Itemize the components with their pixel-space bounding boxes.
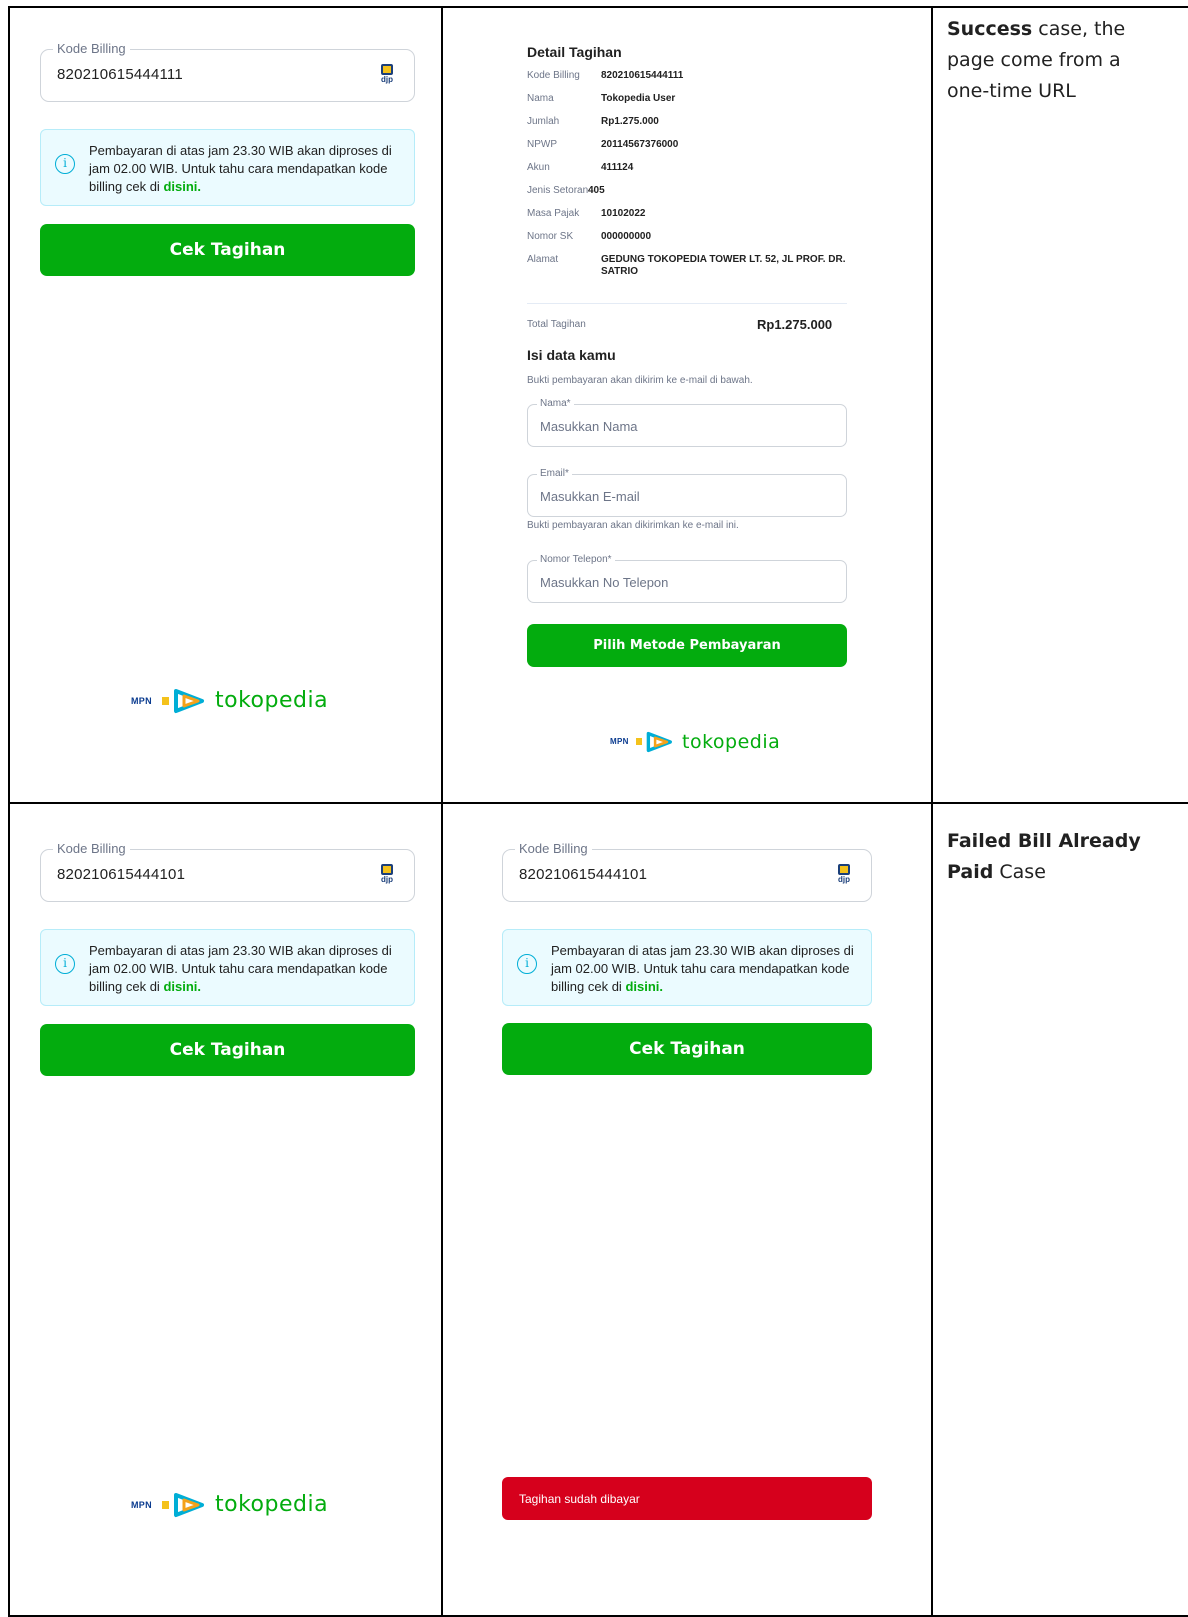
kode-billing-label: Kode Billing: [53, 41, 130, 56]
email-label: Email*: [537, 468, 572, 479]
cek-tagihan-button[interactable]: Cek Tagihan: [40, 224, 415, 276]
detail-divider: [527, 303, 847, 304]
phone-field[interactable]: Nomor Telepon* Masukkan No Telepon: [527, 554, 847, 603]
cell-detail-page: Detail Tagihan Kode Billing 8202106154441…: [443, 8, 931, 802]
kode-billing-field[interactable]: Kode Billing 820210615444111 djp: [40, 41, 415, 102]
disini-link[interactable]: disini.: [625, 979, 663, 994]
kode-billing-input[interactable]: 820210615444101: [519, 866, 647, 883]
info-box: i Pembayaran di atas jam 23.30 WIB akan …: [502, 929, 872, 1006]
form-title: Isi data kamu: [527, 347, 616, 363]
mpn-logo: MPN: [610, 737, 629, 746]
mpn-tokopedia-logo: MPN tokopedia: [131, 1491, 331, 1521]
detail-title: Detail Tagihan: [527, 44, 622, 60]
failed-note: Failed Bill Already Paid Case: [947, 830, 1141, 883]
cell-success-input-page: Kode Billing 820210615444111 djp i Pemba…: [10, 8, 441, 802]
disini-link[interactable]: disini.: [163, 979, 201, 994]
info-text: Pembayaran di atas jam 23.30 WIB akan di…: [89, 143, 392, 194]
kode-billing-label: Kode Billing: [515, 841, 592, 856]
info-icon: i: [55, 154, 75, 174]
toast-text: Tagihan sudah dibayar: [519, 1492, 640, 1506]
tokopedia-logo: tokopedia: [215, 688, 329, 713]
mpn-logo: MPN: [131, 1500, 152, 1510]
info-text: Pembayaran di atas jam 23.30 WIB akan di…: [89, 943, 392, 994]
djp-icon: djp: [378, 864, 396, 886]
mpn-tokopedia-logo: MPN tokopedia: [610, 730, 790, 760]
info-box: i Pembayaran di atas jam 23.30 WIB akan …: [40, 129, 415, 206]
kode-billing-field[interactable]: Kode Billing 820210615444101 djp: [502, 841, 872, 902]
cek-tagihan-button[interactable]: Cek Tagihan: [40, 1024, 415, 1076]
nama-input[interactable]: Masukkan Nama: [540, 419, 638, 434]
kode-billing-label: Kode Billing: [53, 841, 130, 856]
email-input[interactable]: Masukkan E-mail: [540, 489, 640, 504]
pilih-metode-button[interactable]: Pilih Metode Pembayaran: [527, 624, 847, 667]
djp-icon: djp: [835, 864, 853, 886]
cek-tagihan-button[interactable]: Cek Tagihan: [502, 1023, 872, 1075]
email-help-text: Bukti pembayaran akan dikirimkan ke e-ma…: [527, 520, 739, 531]
play-icon: [174, 1493, 204, 1517]
info-text: Pembayaran di atas jam 23.30 WIB akan di…: [551, 943, 854, 994]
info-icon: i: [517, 954, 537, 974]
kode-billing-field[interactable]: Kode Billing 820210615444101 djp: [40, 841, 415, 902]
info-box: i Pembayaran di atas jam 23.30 WIB akan …: [40, 929, 415, 1006]
mpn-tokopedia-logo: MPN tokopedia: [131, 687, 331, 717]
info-icon: i: [55, 954, 75, 974]
email-field[interactable]: Email* Masukkan E-mail: [527, 468, 847, 517]
phone-label: Nomor Telepon*: [537, 554, 615, 565]
phone-input[interactable]: Masukkan No Telepon: [540, 575, 668, 590]
form-subtitle: Bukti pembayaran akan dikirim ke e-mail …: [527, 375, 753, 386]
mpn-logo: MPN: [131, 696, 152, 706]
tokopedia-logo: tokopedia: [215, 1492, 329, 1517]
nama-field[interactable]: Nama* Masukkan Nama: [527, 398, 847, 447]
djp-icon: djp: [378, 64, 396, 86]
cell-failed-result-page: Kode Billing 820210615444101 djp i Pemba…: [443, 804, 931, 1615]
play-icon: [174, 689, 204, 713]
cell-failed-note: Failed Bill Already Paid Case: [933, 804, 1188, 1615]
cell-failed-input-page: Kode Billing 820210615444101 djp i Pemba…: [10, 804, 441, 1615]
play-icon: [646, 731, 672, 753]
cell-success-note: Success case, the page come from a one-t…: [933, 8, 1188, 802]
disini-link[interactable]: disini.: [163, 179, 201, 194]
kode-billing-input[interactable]: 820210615444101: [57, 866, 185, 883]
total-label: Total Tagihan: [527, 319, 586, 330]
success-note: Success case, the page come from a one-t…: [947, 18, 1126, 102]
nama-label: Nama*: [537, 398, 574, 409]
tokopedia-logo: tokopedia: [682, 731, 781, 753]
total-value: Rp1.275.000: [757, 317, 833, 332]
error-toast: Tagihan sudah dibayar: [502, 1477, 872, 1520]
kode-billing-input[interactable]: 820210615444111: [57, 66, 183, 83]
